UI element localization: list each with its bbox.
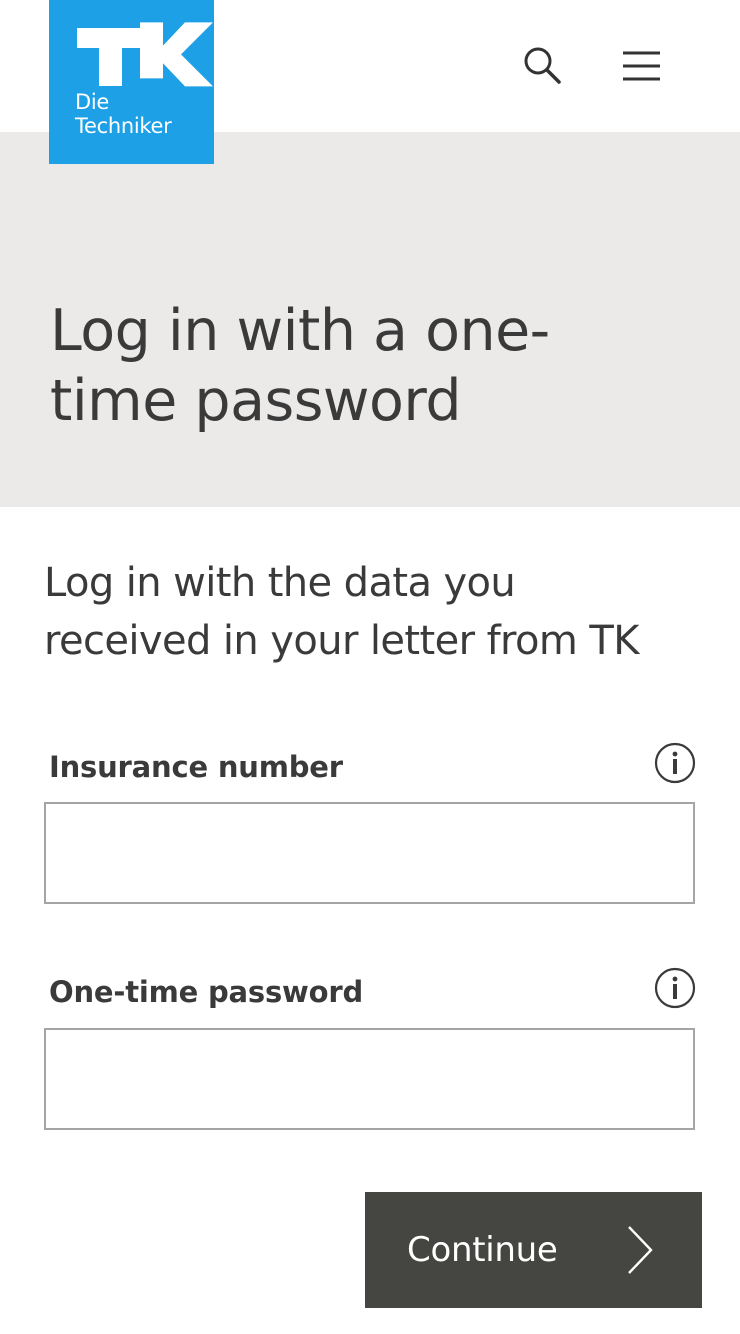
logo-wordmark: Die Techniker (75, 90, 172, 138)
continue-button[interactable]: Continue (365, 1192, 702, 1308)
info-icon (654, 742, 696, 784)
page-title-line2: time password (50, 368, 462, 434)
tk-logo-mark (77, 22, 213, 87)
hamburger-menu-icon (623, 51, 660, 81)
search-icon (524, 47, 561, 84)
search-button[interactable] (512, 36, 572, 96)
intro-line2: received in your letter from TK (44, 618, 639, 664)
page-title-line1: Log in with a one- (50, 298, 550, 364)
tk-logo[interactable]: Die Techniker (49, 0, 214, 164)
logo-line-die: Die (75, 90, 110, 114)
insurance-number-info-button[interactable] (654, 742, 696, 784)
menu-button[interactable] (611, 36, 671, 96)
intro-line1: Log in with the data you (44, 560, 516, 606)
logo-line-techniker: Techniker (75, 114, 172, 138)
insurance-number-label: Insurance number (49, 750, 343, 784)
one-time-password-input[interactable] (44, 1028, 695, 1130)
intro-text: Log in with the data you received in you… (44, 554, 724, 670)
page-title: Log in with a one- time password (50, 296, 610, 436)
chevron-right-icon (628, 1226, 653, 1274)
info-icon (654, 967, 696, 1009)
one-time-password-info-button[interactable] (654, 967, 696, 1009)
insurance-number-input[interactable] (44, 802, 695, 904)
one-time-password-label: One-time password (49, 975, 364, 1009)
continue-button-label: Continue (407, 1230, 558, 1270)
